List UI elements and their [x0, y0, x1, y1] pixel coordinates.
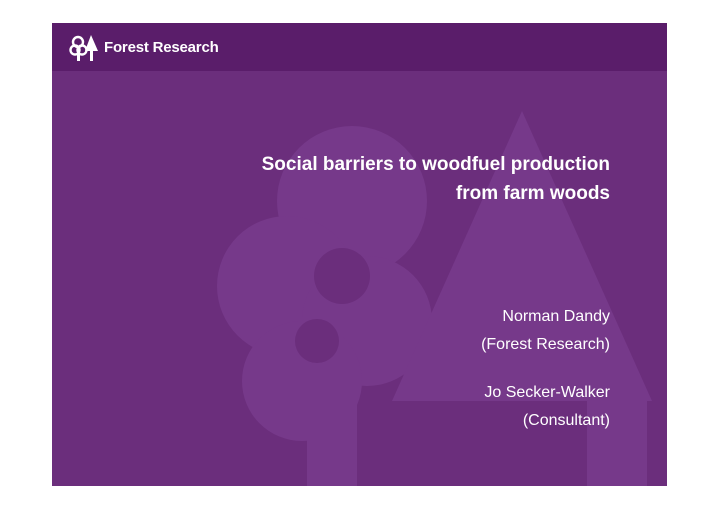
author-affiliation: (Consultant) — [522, 412, 610, 429]
author-affiliation: (Forest Research) — [481, 336, 610, 353]
logo-text: Forest Research — [104, 38, 219, 56]
author-list: Norman Dandy (Forest Research) Jo Secker… — [310, 303, 610, 435]
slide-title: Social barriers to woodfuel production f… — [130, 150, 610, 208]
title-slide: Forest Research Social barriers to woodf… — [52, 23, 667, 486]
author-name: Jo Secker-Walker — [484, 384, 610, 401]
author-name: Norman Dandy — [502, 308, 610, 325]
tree-icon — [69, 35, 98, 61]
title-line-2: from farm woods — [455, 183, 610, 204]
logo: Forest Research — [68, 31, 219, 63]
title-line-1: Social barriers to woodfuel production — [261, 154, 610, 175]
header-band: Forest Research — [52, 23, 667, 71]
